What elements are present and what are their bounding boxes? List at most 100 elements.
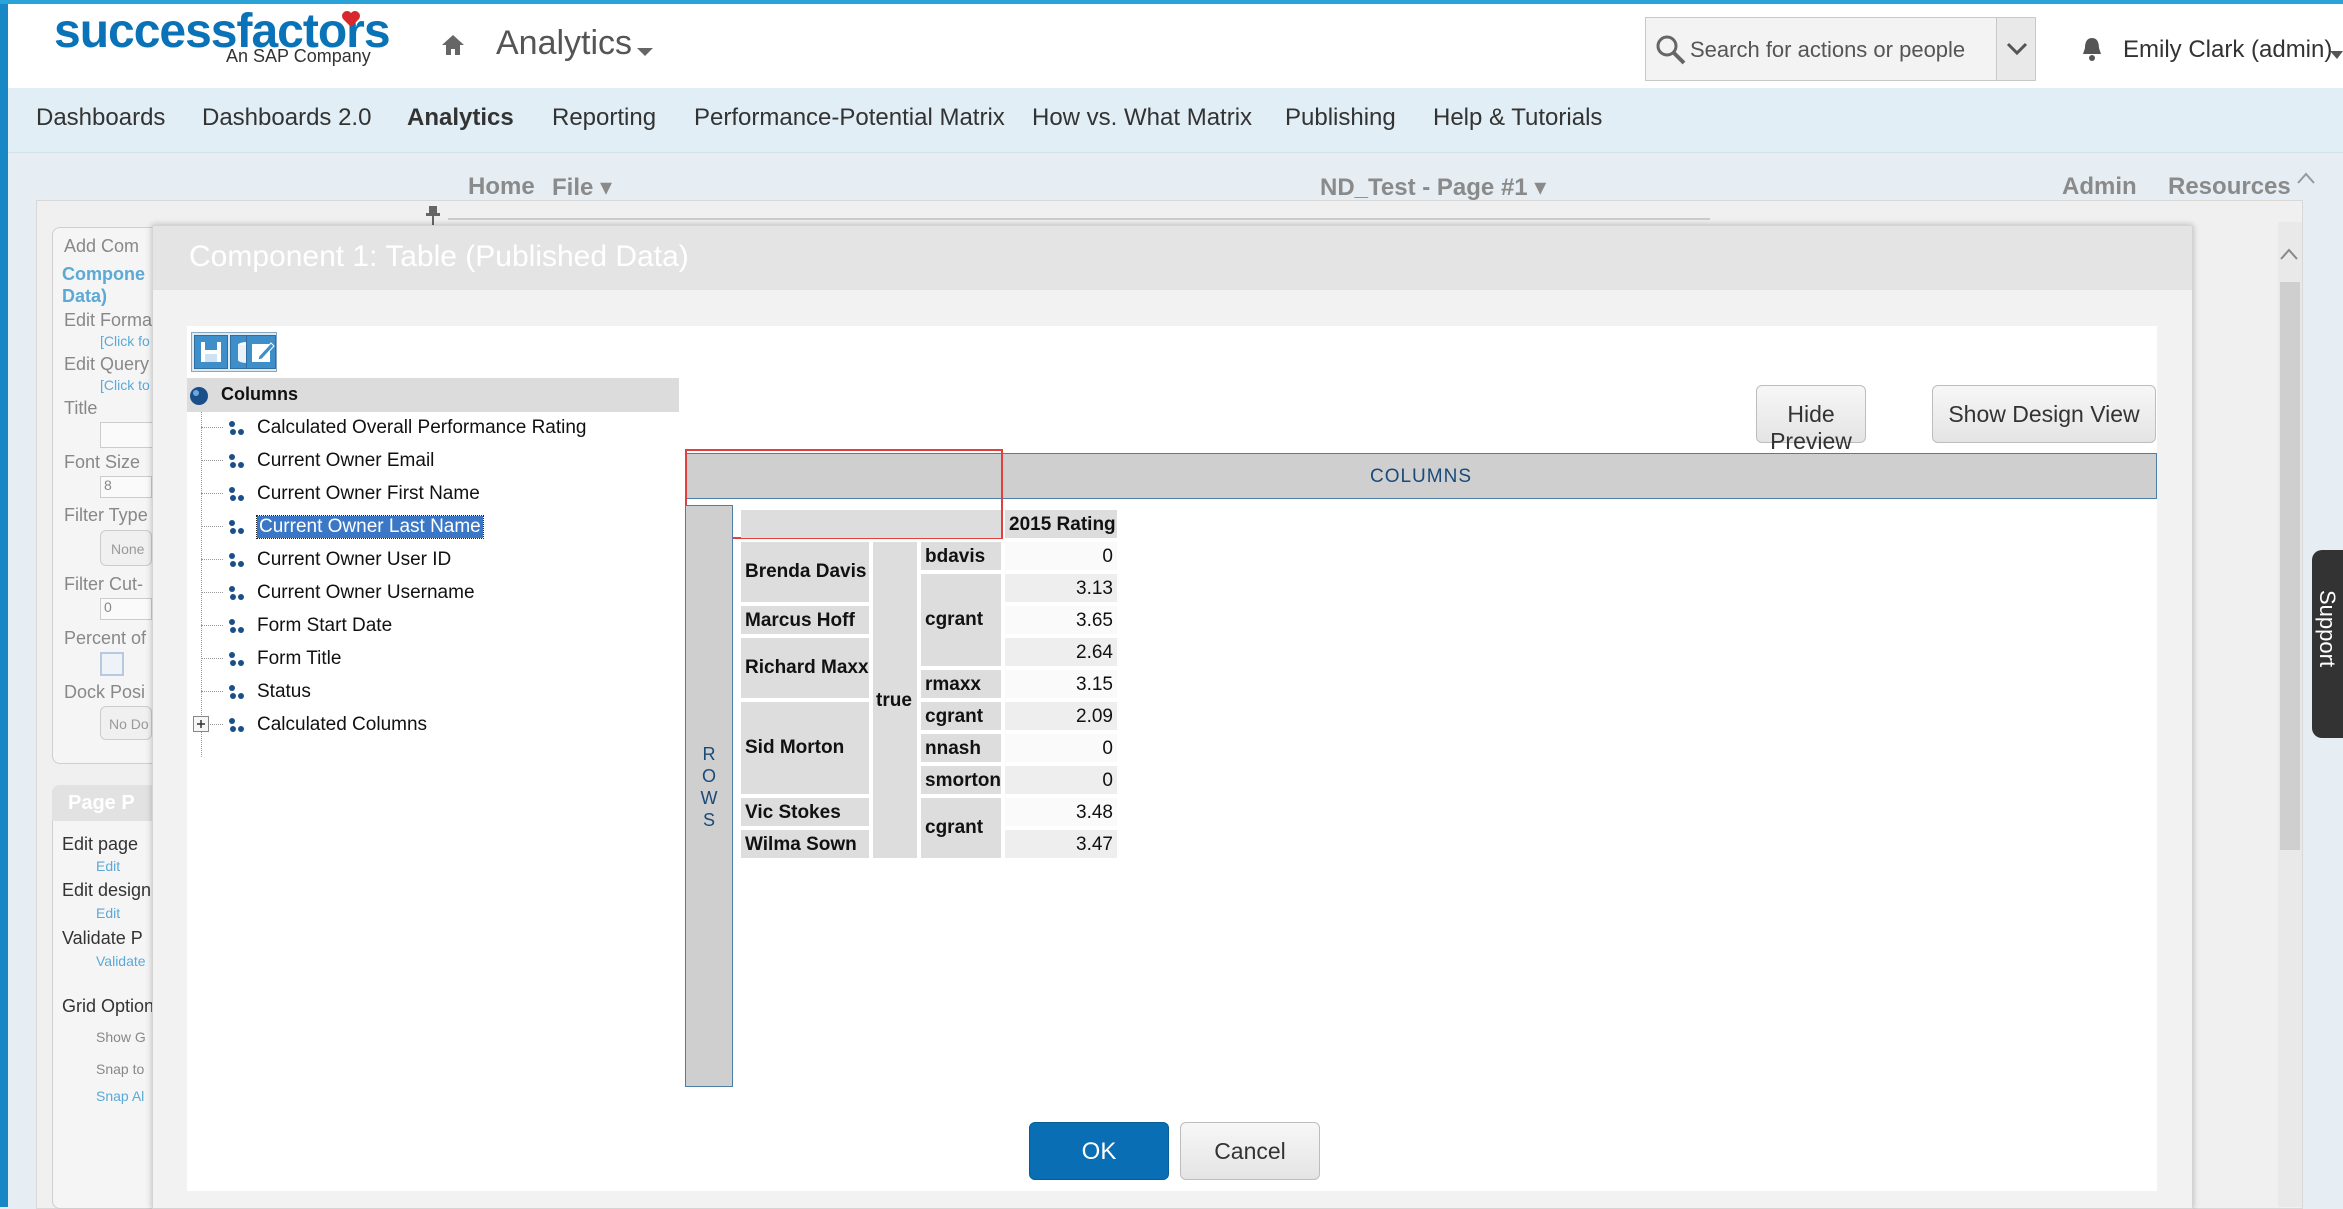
chevron-down-icon bbox=[2006, 42, 2028, 61]
user-chevron-down-icon[interactable] bbox=[2330, 47, 2343, 59]
edit-page-label: Edit page bbox=[62, 834, 139, 854]
subtoolbar-admin[interactable]: Admin bbox=[2062, 173, 2137, 201]
bell-icon[interactable] bbox=[2080, 36, 2104, 62]
row-name-0: Brenda Davis bbox=[741, 542, 869, 602]
dock-position-select[interactable]: No Do bbox=[100, 706, 152, 740]
value-cell-3: 2.64 bbox=[1005, 638, 1117, 666]
menu-help-tutorials[interactable]: Help & Tutorials bbox=[1433, 104, 1602, 132]
scroll-up-icon[interactable] bbox=[2278, 244, 2300, 264]
title-input[interactable] bbox=[100, 422, 154, 448]
hide-preview-button[interactable]: Hide Preview bbox=[1756, 385, 1866, 454]
filter-cut-input[interactable]: 0 bbox=[100, 598, 152, 620]
subtoolbar-home[interactable]: Home bbox=[468, 173, 535, 201]
value-cell-1: 3.13 bbox=[1005, 574, 1117, 602]
user-name[interactable]: Emily Clark (admin) bbox=[2123, 36, 2332, 64]
row-user-3: cgrant bbox=[921, 702, 1001, 730]
show-design-view-button[interactable]: Show Design View bbox=[1932, 385, 2156, 443]
filter-type-select[interactable]: None bbox=[100, 530, 152, 566]
rows-drop-zone[interactable]: R O W S bbox=[685, 505, 733, 1087]
tree-item[interactable]: Current Owner Email bbox=[187, 447, 679, 475]
collapse-up-icon[interactable] bbox=[2296, 170, 2316, 186]
edit-page-link[interactable]: Edit bbox=[96, 858, 120, 874]
dimension-icon bbox=[227, 650, 245, 668]
tree-item-label: Current Owner First Name bbox=[257, 483, 480, 504]
tree-item[interactable]: Calculated Overall Performance Rating bbox=[187, 414, 679, 442]
tree-item[interactable]: Form Start Date bbox=[187, 612, 679, 640]
subtoolbar-resources[interactable]: Resources bbox=[2168, 173, 2291, 201]
menu-dashboards[interactable]: Dashboards bbox=[36, 104, 165, 132]
tree-item-label: Form Start Date bbox=[257, 615, 393, 636]
menu-reporting[interactable]: Reporting bbox=[552, 104, 656, 132]
row-user-2: rmaxx bbox=[921, 670, 1001, 698]
tree-item[interactable]: Current Owner Last Name bbox=[187, 513, 679, 541]
tree-item[interactable]: Form Title bbox=[187, 645, 679, 673]
grid-options-label: Grid Option bbox=[62, 996, 155, 1016]
logo-subtitle: An SAP Company bbox=[226, 46, 371, 66]
tree-item-label: Calculated Columns bbox=[257, 714, 428, 735]
tree-item[interactable]: Current Owner User ID bbox=[187, 546, 679, 574]
percent-of-label: Percent of bbox=[64, 628, 147, 648]
add-component-label: Add Com bbox=[64, 236, 140, 256]
pin-icon[interactable] bbox=[424, 204, 442, 226]
edit-format-link[interactable]: [Click fo bbox=[100, 333, 150, 349]
module-title[interactable]: Analytics bbox=[496, 24, 632, 63]
tree-connector bbox=[201, 427, 223, 428]
tree-item-label: Current Owner Username bbox=[257, 582, 475, 603]
show-grid-option[interactable]: Show G bbox=[96, 1029, 146, 1045]
page-scrollbar[interactable] bbox=[2278, 222, 2302, 1207]
menu-how-vs-what[interactable]: How vs. What Matrix bbox=[1032, 104, 1252, 132]
menu-performance-potential[interactable]: Performance-Potential Matrix bbox=[694, 104, 1005, 132]
edit-format-label: Edit Forma bbox=[64, 310, 153, 330]
save-icon[interactable] bbox=[194, 335, 228, 369]
edit-icon[interactable] bbox=[246, 335, 276, 369]
edit-query-link[interactable]: [Click to bbox=[100, 377, 150, 393]
font-size-input[interactable]: 8 bbox=[100, 476, 152, 498]
tree-connector bbox=[201, 625, 223, 626]
support-tab[interactable]: Support bbox=[2312, 550, 2343, 738]
module-chevron-down-icon[interactable] bbox=[636, 44, 654, 56]
menu-analytics[interactable]: Analytics bbox=[407, 104, 514, 132]
component-link[interactable]: Compone bbox=[62, 264, 145, 285]
subtoolbar-page[interactable]: ND_Test - Page #1 ▾ bbox=[1320, 173, 1546, 202]
dimension-icon bbox=[227, 584, 245, 602]
component-link-2[interactable]: Data) bbox=[62, 286, 107, 307]
edit-design-link[interactable]: Edit bbox=[96, 905, 120, 921]
expand-plus-icon[interactable] bbox=[193, 716, 209, 732]
edit-query-label: Edit Query bbox=[64, 354, 150, 374]
search-input[interactable]: Search for actions or people bbox=[1645, 17, 2036, 81]
menu-dashboards-2[interactable]: Dashboards 2.0 bbox=[202, 104, 371, 132]
search-dropdown-button[interactable] bbox=[1996, 17, 2036, 81]
search-icon bbox=[1654, 33, 1688, 67]
snap-to-option[interactable]: Snap to bbox=[96, 1061, 144, 1077]
search-placeholder: Search for actions or people bbox=[1690, 37, 1966, 62]
tree-connector bbox=[201, 526, 223, 527]
dimension-icon bbox=[227, 716, 245, 734]
table-header-rating: 2015 Rating bbox=[1005, 510, 1117, 538]
page-scrollbar-thumb[interactable] bbox=[2280, 282, 2300, 850]
percent-of-checkbox[interactable] bbox=[100, 652, 124, 676]
support-label: Support bbox=[2315, 590, 2340, 668]
cancel-button[interactable]: Cancel bbox=[1180, 1122, 1320, 1180]
subtoolbar-file[interactable]: File ▾ bbox=[552, 173, 612, 202]
tree-root-row[interactable]: Columns bbox=[187, 378, 679, 412]
tree-item[interactable]: Current Owner Username bbox=[187, 579, 679, 607]
row-name-1: Marcus Hoff bbox=[741, 606, 869, 634]
dialog-titlebar[interactable]: Component 1: Table (Published Data) bbox=[153, 226, 2192, 290]
dock-position-label: Dock Posi bbox=[64, 682, 146, 702]
tree-item[interactable]: Calculated Columns bbox=[187, 711, 679, 739]
row-user-0: bdavis bbox=[921, 542, 1001, 570]
tree-connector bbox=[201, 559, 223, 560]
tree-item[interactable]: Current Owner First Name bbox=[187, 480, 679, 508]
rows-label: R O W S bbox=[686, 743, 732, 831]
tree-item-label: Current Owner Email bbox=[257, 450, 435, 471]
value-cell-6: 0 bbox=[1005, 734, 1117, 762]
ok-button[interactable]: OK bbox=[1029, 1122, 1169, 1180]
home-icon[interactable] bbox=[438, 30, 468, 60]
snap-all-option[interactable]: Snap Al bbox=[96, 1088, 144, 1104]
row-user-4: nnash bbox=[921, 734, 1001, 762]
menu-publishing[interactable]: Publishing bbox=[1285, 104, 1396, 132]
dimension-icon bbox=[227, 518, 245, 536]
tree-item[interactable]: Status bbox=[187, 678, 679, 706]
left-accent-bar bbox=[0, 0, 8, 1207]
validate-page-link[interactable]: Validate bbox=[96, 953, 146, 969]
